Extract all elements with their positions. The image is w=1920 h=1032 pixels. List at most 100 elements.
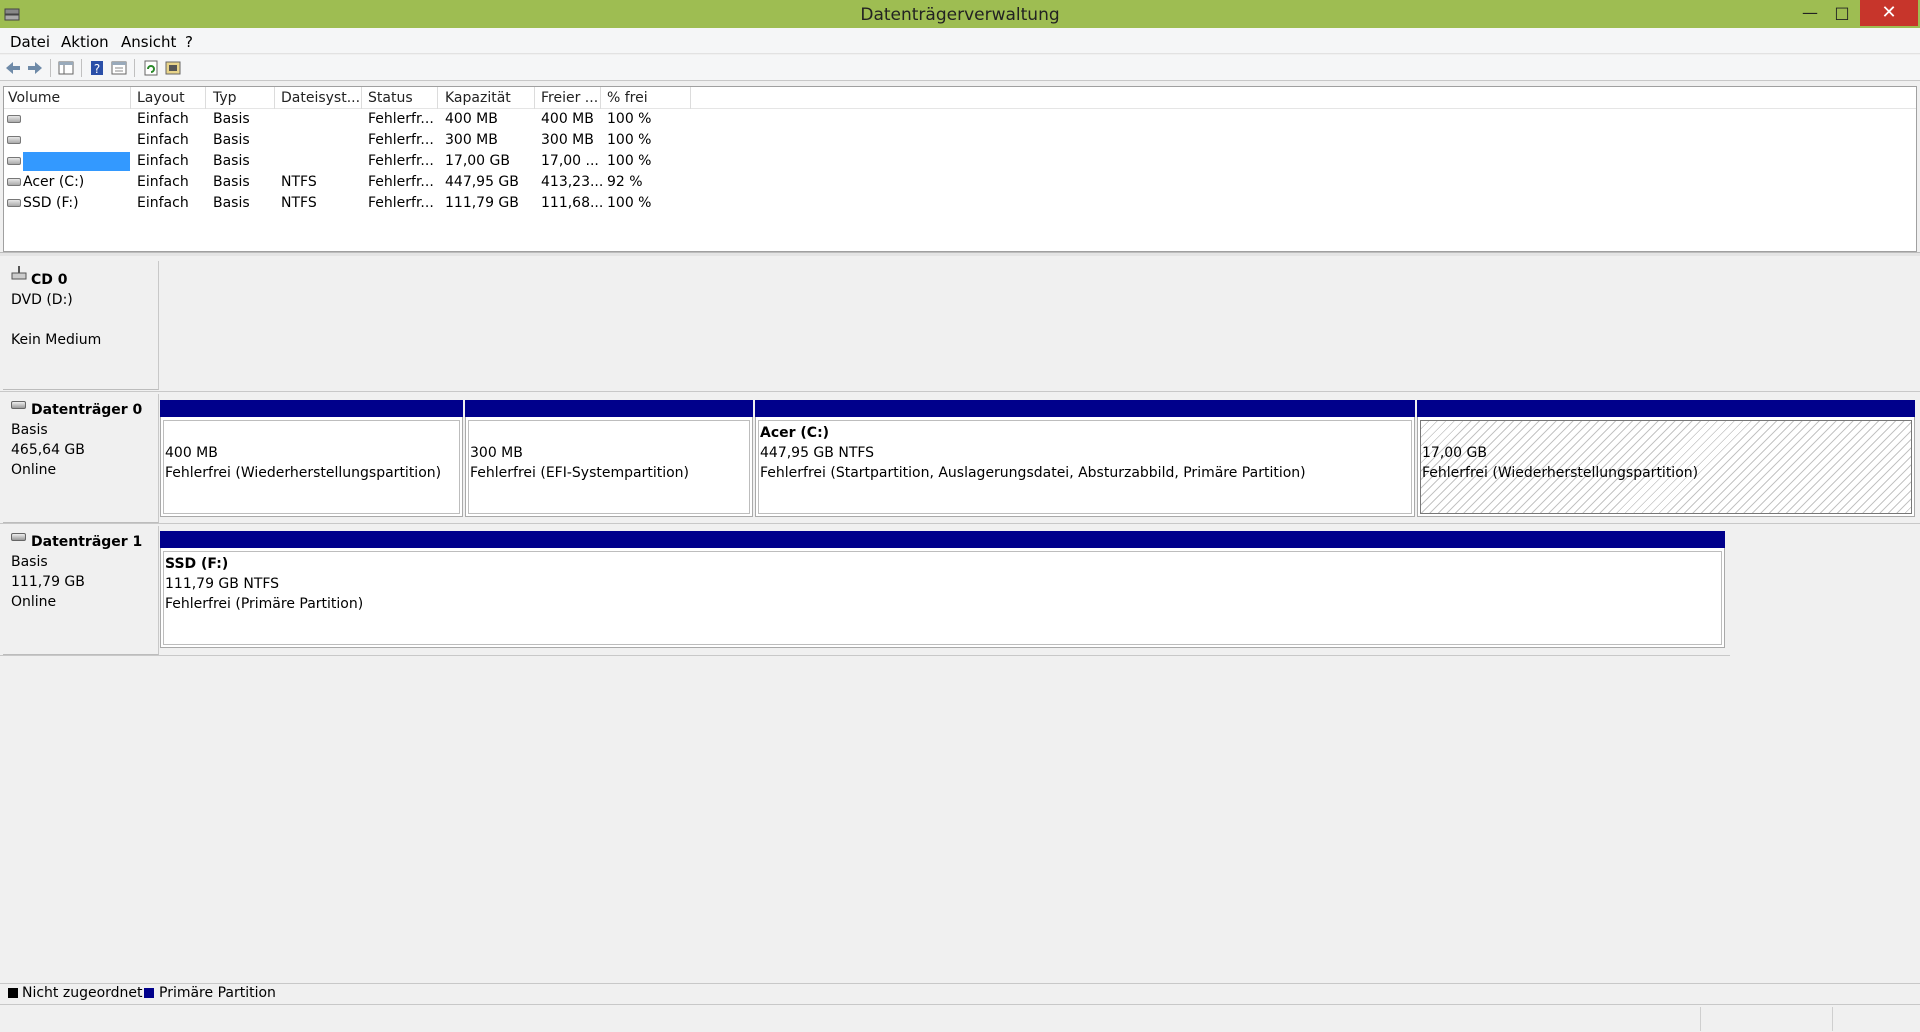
volume-type: Basis xyxy=(213,153,250,169)
cd-drive-icon xyxy=(11,266,27,280)
column-divider[interactable] xyxy=(205,87,206,109)
menu-ansicht[interactable]: Ansicht xyxy=(121,33,176,51)
column-header-typ[interactable]: Typ xyxy=(213,90,237,106)
volume-filesystem: NTFS xyxy=(281,195,317,211)
status-bar-divider xyxy=(1700,1007,1701,1031)
volume-name: SSD (F:) xyxy=(23,195,79,211)
column-header-layout[interactable]: Layout xyxy=(137,90,185,106)
hard-disk-icon xyxy=(11,533,26,541)
column-divider[interactable] xyxy=(534,87,535,109)
volume-status: Fehlerfr... xyxy=(368,174,434,190)
volume-status: Fehlerfr... xyxy=(368,153,434,169)
disk-label-disk1[interactable]: Datenträger 1 Basis 111,79 GB Online xyxy=(3,526,159,655)
partition-size: 300 MB xyxy=(470,445,523,461)
volume-disk-icon xyxy=(7,157,21,165)
partition-acer-c[interactable]: Acer (C:) 447,95 GB NTFS Fehlerfrei (Sta… xyxy=(755,400,1415,517)
volume-row[interactable]: Einfach Basis Fehlerfr... 300 MB 300 MB … xyxy=(4,130,1916,151)
column-divider[interactable] xyxy=(437,87,438,109)
volume-disk-icon xyxy=(7,115,21,123)
menu-aktion[interactable]: Aktion xyxy=(61,33,109,51)
volume-row-selected[interactable]: Einfach Basis Fehlerfr... 17,00 GB 17,00… xyxy=(4,151,1916,172)
volume-list-header: Volume Layout Typ Dateisyst... Status Ka… xyxy=(4,87,1916,109)
menu-help[interactable]: ? xyxy=(185,33,193,51)
partition-title: Acer (C:) xyxy=(760,425,830,441)
partition-title: SSD (F:) xyxy=(165,556,229,572)
partition-recovery[interactable]: 400 MB Fehlerfrei (Wiederherstellungspar… xyxy=(160,400,463,517)
partition-recovery-selected[interactable]: 17,00 GB Fehlerfrei (Wiederherstellungsp… xyxy=(1417,400,1915,517)
column-header-volume[interactable]: Volume xyxy=(8,90,60,106)
column-header-kapazitaet[interactable]: Kapazität xyxy=(445,90,511,106)
volume-name: Acer (C:) xyxy=(23,174,85,190)
volume-status: Fehlerfr... xyxy=(368,132,434,148)
partition-ssd-f[interactable]: SSD (F:) 111,79 GB NTFS Fehlerfrei (Prim… xyxy=(160,531,1725,648)
column-divider[interactable] xyxy=(274,87,275,109)
volume-capacity: 400 MB xyxy=(445,111,498,127)
menu-datei[interactable]: Datei xyxy=(10,33,50,51)
volume-capacity: 300 MB xyxy=(445,132,498,148)
column-header-dateisystem[interactable]: Dateisyst... xyxy=(281,90,360,106)
partition-status: Fehlerfrei (Primäre Partition) xyxy=(165,596,364,612)
partition-status: Fehlerfrei (Startpartition, Auslagerungs… xyxy=(760,465,1306,481)
volume-disk-icon xyxy=(7,199,21,207)
selection-highlight xyxy=(23,152,130,171)
partition-type-bar xyxy=(160,531,1725,548)
column-header-status[interactable]: Status xyxy=(368,90,413,106)
volume-percent-free: 92 % xyxy=(607,174,643,190)
status-bar-divider xyxy=(1832,1007,1833,1031)
pane-splitter[interactable] xyxy=(0,252,1920,256)
column-divider[interactable] xyxy=(600,87,601,109)
disk-size: 111,79 GB xyxy=(11,574,85,590)
volume-type: Basis xyxy=(213,111,250,127)
toolbar-separator xyxy=(50,59,51,77)
column-divider[interactable] xyxy=(361,87,362,109)
legend-label-unallocated: Nicht zugeordnet xyxy=(22,985,143,1001)
volume-type: Basis xyxy=(213,132,250,148)
menu-bar: Datei Aktion Ansicht ? xyxy=(0,28,1920,54)
disk-state: Online xyxy=(11,594,57,610)
back-arrow-icon[interactable] xyxy=(4,59,22,77)
column-header-freier-speicher[interactable]: Freier ... xyxy=(541,90,598,106)
rescan-disks-icon[interactable] xyxy=(164,59,182,77)
partition-efi[interactable]: 300 MB Fehlerfrei (EFI-Systempartition) xyxy=(465,400,753,517)
partition-size: 17,00 GB xyxy=(1422,445,1487,461)
volume-row[interactable]: Einfach Basis Fehlerfr... 400 MB 400 MB … xyxy=(4,109,1916,130)
disk-label-cd0[interactable]: CD 0 DVD (D:) Kein Medium xyxy=(3,261,159,390)
volume-percent-free: 100 % xyxy=(607,195,652,211)
partition-type-bar xyxy=(1417,400,1915,417)
column-divider[interactable] xyxy=(130,87,131,109)
column-divider[interactable] xyxy=(690,87,691,109)
maximize-button[interactable]: □ xyxy=(1822,0,1862,26)
volume-status: Fehlerfr... xyxy=(368,195,434,211)
disk-state: Online xyxy=(11,462,57,478)
volume-layout: Einfach xyxy=(137,132,189,148)
disk-type: Basis xyxy=(11,554,48,570)
volume-free-space: 413,23... xyxy=(541,174,604,190)
window-title: Datenträgerverwaltung xyxy=(860,5,1060,25)
console-tree-icon[interactable] xyxy=(57,59,75,77)
disk-row-separator xyxy=(0,391,1920,392)
disk-row-separator xyxy=(0,523,1920,524)
volume-list: Volume Layout Typ Dateisyst... Status Ka… xyxy=(3,86,1917,252)
volume-free-space: 111,68... xyxy=(541,195,604,211)
partition-type-bar xyxy=(465,400,753,417)
partition-status: Fehlerfrei (Wiederherstellungspartition) xyxy=(1422,465,1699,481)
disk-media-status: Kein Medium xyxy=(11,332,102,348)
volume-free-space: 300 MB xyxy=(541,132,594,148)
properties-icon[interactable] xyxy=(110,59,128,77)
partition-body xyxy=(163,551,1722,645)
disk-name: CD 0 xyxy=(31,272,68,288)
help-icon[interactable]: ? xyxy=(88,59,106,77)
forward-arrow-icon[interactable] xyxy=(26,59,44,77)
disk-label-disk0[interactable]: Datenträger 0 Basis 465,64 GB Online xyxy=(3,394,159,523)
status-bar xyxy=(0,1004,1920,1032)
refresh-icon[interactable] xyxy=(142,59,160,77)
legend-swatch-primary xyxy=(144,988,154,998)
toolbar-separator xyxy=(81,59,82,77)
column-header-prozent-frei[interactable]: % frei xyxy=(607,90,648,106)
volume-row[interactable]: SSD (F:) Einfach Basis NTFS Fehlerfr... … xyxy=(4,193,1916,214)
legend: Nicht zugeordnet Primäre Partition xyxy=(0,983,1920,1003)
volume-disk-icon xyxy=(7,136,21,144)
close-button[interactable]: ✕ xyxy=(1860,0,1918,26)
legend-swatch-unallocated xyxy=(8,988,18,998)
volume-row[interactable]: Acer (C:) Einfach Basis NTFS Fehlerfr...… xyxy=(4,172,1916,193)
